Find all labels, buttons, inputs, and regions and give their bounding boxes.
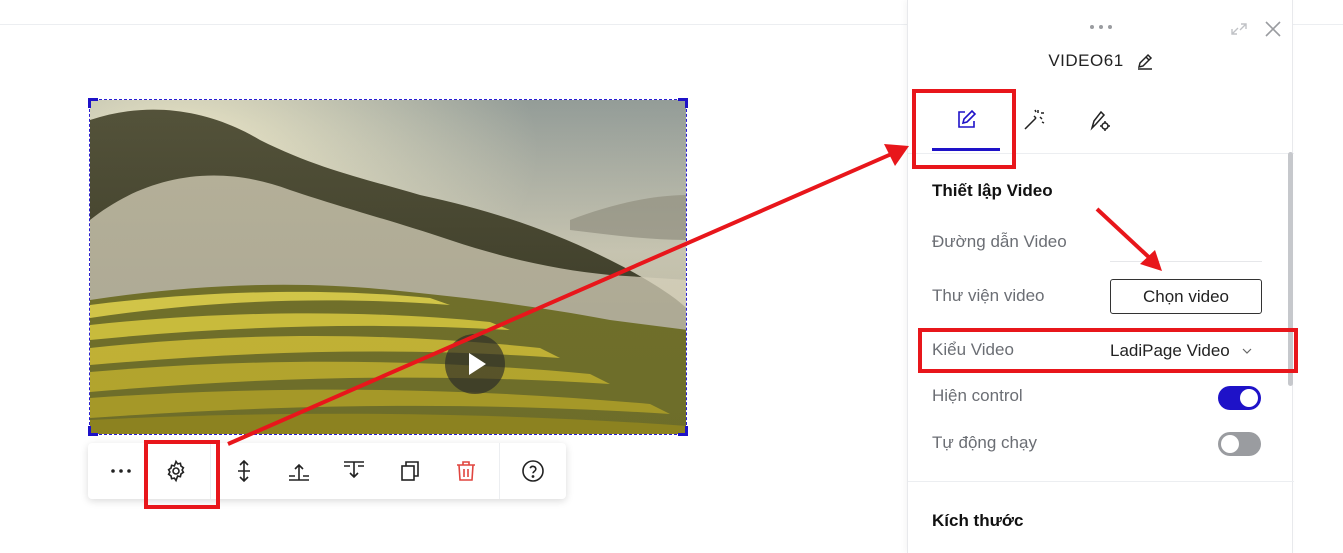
size-section-title: Kích thước <box>932 511 1024 530</box>
video-settings-title: Thiết lập Video <box>932 181 1053 200</box>
section-divider <box>908 481 1294 482</box>
video-thumbnail <box>90 100 686 434</box>
toolbar-divider <box>499 443 500 499</box>
trash-icon <box>457 461 475 481</box>
annotation-box-settings <box>144 440 220 509</box>
more-options-button[interactable] <box>93 443 149 499</box>
help-icon <box>522 460 544 482</box>
height-icon <box>238 459 250 483</box>
video-library-label: Thư viện video <box>932 286 1045 305</box>
magic-wand-icon <box>1024 109 1045 130</box>
play-button[interactable] <box>445 334 505 394</box>
expand-icon[interactable] <box>1230 22 1248 36</box>
duplicate-icon <box>401 461 419 481</box>
element-title-row: VIDEO61 <box>908 48 1294 74</box>
align-bottom-icon <box>344 461 364 479</box>
resize-handle-top-left[interactable] <box>88 98 98 108</box>
autoplay-label: Tự động chạy <box>932 433 1037 452</box>
choose-video-button[interactable]: Chọn video <box>1110 279 1262 314</box>
drag-handle-icon[interactable] <box>1088 23 1114 31</box>
resize-handle-top-right[interactable] <box>678 98 688 108</box>
autoplay-toggle[interactable] <box>1218 432 1261 456</box>
video-element[interactable] <box>89 99 687 435</box>
tab-settings[interactable] <box>1066 90 1134 150</box>
more-icon <box>111 469 131 473</box>
align-bottom-button[interactable] <box>326 443 382 499</box>
resize-handle-bottom-left[interactable] <box>88 426 98 436</box>
show-controls-toggle[interactable] <box>1218 386 1261 410</box>
align-top-button[interactable] <box>271 443 327 499</box>
resize-handle-bottom-right[interactable] <box>678 426 688 436</box>
annotation-box-video-type <box>918 328 1298 373</box>
video-url-label: Đường dẫn Video <box>932 232 1067 251</box>
help-button[interactable] <box>505 443 561 499</box>
rename-pencil-icon[interactable] <box>1136 52 1154 70</box>
align-top-icon <box>289 463 309 481</box>
annotation-arrowhead-tab <box>884 144 909 166</box>
toggle-knob <box>1221 435 1239 453</box>
toggle-knob <box>1240 389 1258 407</box>
element-name: VIDEO61 <box>1048 51 1124 70</box>
close-icon[interactable] <box>1264 20 1282 38</box>
show-controls-label: Hiện control <box>932 386 1023 405</box>
annotation-box-design-tab <box>912 89 1016 169</box>
properties-panel: VIDEO61 Thiết lập Video Đường dẫn Video … <box>907 0 1294 553</box>
delete-button[interactable] <box>438 443 494 499</box>
pen-gear-icon <box>1090 110 1110 131</box>
duplicate-button[interactable] <box>382 443 438 499</box>
video-url-input[interactable] <box>1110 228 1262 262</box>
auto-height-button[interactable] <box>216 443 272 499</box>
